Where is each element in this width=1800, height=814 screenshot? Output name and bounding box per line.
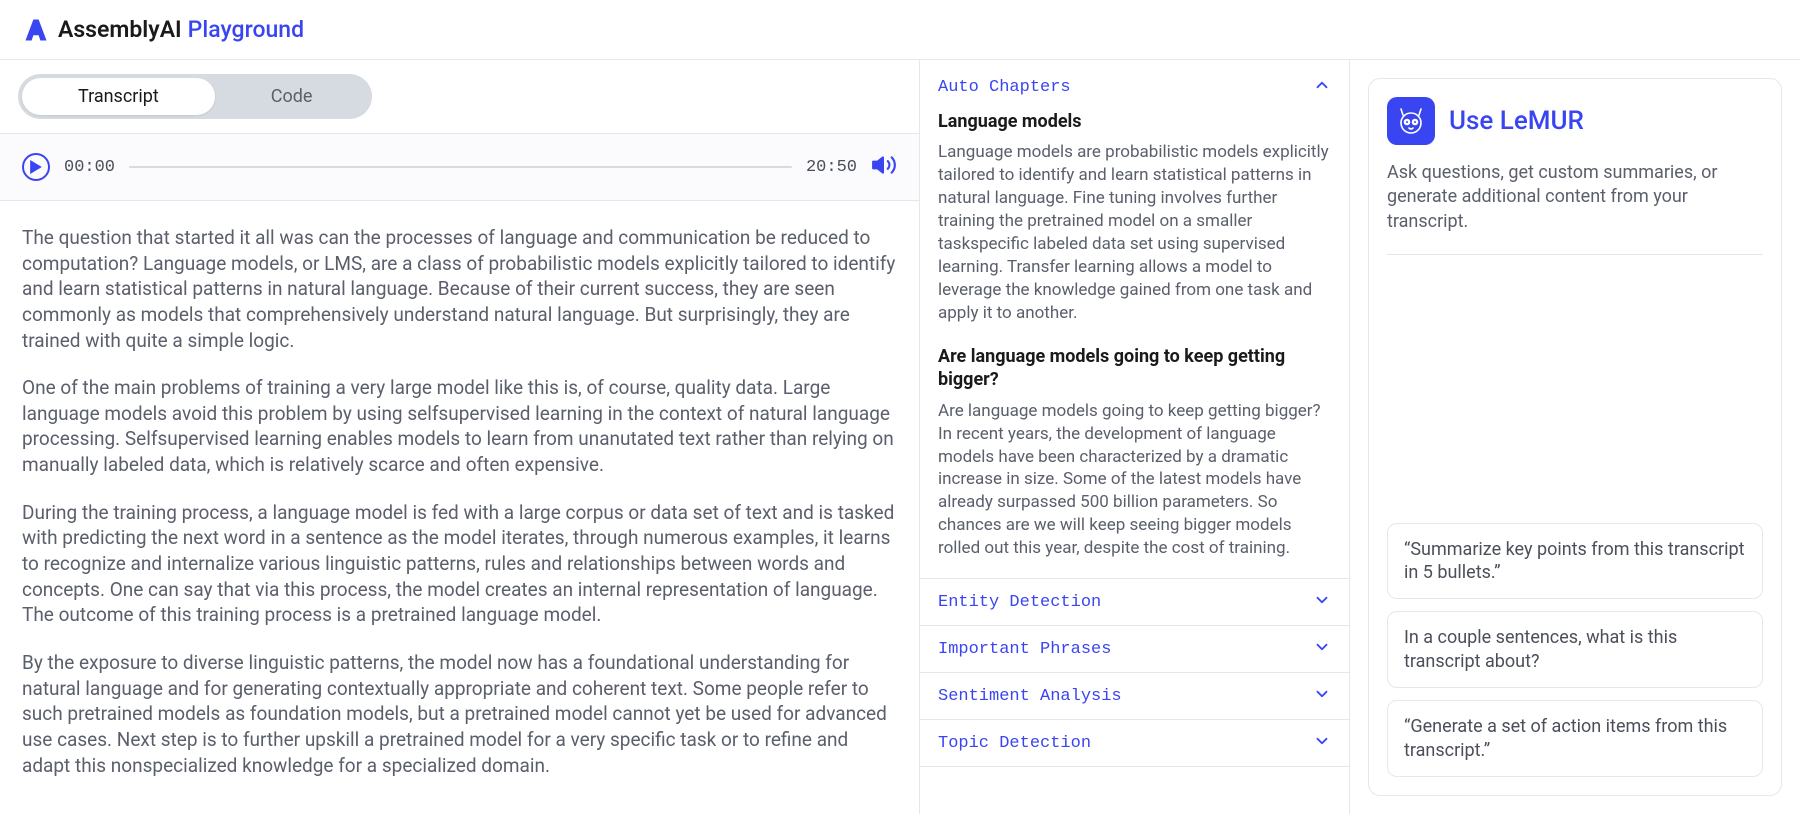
accordion-title: Sentiment Analysis <box>938 687 1122 706</box>
accordion-auto-chapters: Auto Chapters Language models Language m… <box>920 64 1349 579</box>
assemblyai-logo-icon <box>22 16 50 44</box>
lemur-suggestion[interactable]: “Generate a set of action items from thi… <box>1387 700 1763 777</box>
transcript-body[interactable]: The question that started it all was can… <box>0 201 919 814</box>
lemur-card: Use LeMUR Ask questions, get custom summ… <box>1368 78 1782 796</box>
tab-transcript[interactable]: Transcript <box>22 78 215 115</box>
duration: 20:50 <box>806 158 857 177</box>
audio-player: 00:00 20:50 <box>0 134 919 201</box>
accordion-title: Entity Detection <box>938 593 1101 612</box>
brand-subtitle: Playground <box>188 16 304 43</box>
lemur-header: Use LeMUR <box>1387 97 1763 145</box>
accordion-header-auto-chapters[interactable]: Auto Chapters <box>920 64 1349 110</box>
tab-code[interactable]: Code <box>215 78 369 115</box>
accordion-header-topic-detection[interactable]: Topic Detection <box>920 720 1349 766</box>
play-button[interactable] <box>22 153 50 181</box>
speaker-icon <box>871 152 897 178</box>
tabs: Transcript Code <box>18 74 372 119</box>
right-panel: Use LeMUR Ask questions, get custom summ… <box>1350 60 1800 814</box>
chapter-title: Are language models going to keep gettin… <box>938 345 1331 392</box>
lemur-description: Ask questions, get custom summaries, or … <box>1387 161 1763 255</box>
chevron-down-icon <box>1313 638 1331 660</box>
lemur-suggestion[interactable]: “Summarize key points from this transcri… <box>1387 523 1763 600</box>
chevron-down-icon <box>1313 732 1331 754</box>
chapter-title: Language models <box>938 110 1331 133</box>
chapter-text: Are language models going to keep gettin… <box>938 400 1331 561</box>
play-icon <box>30 160 42 174</box>
lemur-suggestions: “Summarize key points from this transcri… <box>1387 523 1763 777</box>
accordion-sentiment-analysis: Sentiment Analysis <box>920 673 1349 720</box>
left-panel: Transcript Code 00:00 20:50 The question… <box>0 60 920 814</box>
accordion-title: Auto Chapters <box>938 78 1071 97</box>
chevron-down-icon <box>1313 591 1331 613</box>
accordion-body: Language models Language models are prob… <box>920 110 1349 578</box>
current-time: 00:00 <box>64 158 115 177</box>
brand-name: AssemblyAI <box>58 16 182 43</box>
tabs-bar: Transcript Code <box>0 60 919 134</box>
accordion-topic-detection: Topic Detection <box>920 720 1349 767</box>
transcript-paragraph: One of the main problems of training a v… <box>22 375 897 478</box>
accordion-title: Topic Detection <box>938 734 1091 753</box>
chevron-up-icon <box>1313 76 1331 98</box>
transcript-paragraph: The question that started it all was can… <box>22 225 897 353</box>
lemur-avatar-icon <box>1387 97 1435 145</box>
progress-bar[interactable] <box>129 166 792 168</box>
chevron-down-icon <box>1313 685 1331 707</box>
accordion-header-important-phrases[interactable]: Important Phrases <box>920 626 1349 672</box>
accordion-title: Important Phrases <box>938 640 1111 659</box>
chapter-text: Language models are probabilistic models… <box>938 141 1331 325</box>
main-layout: Transcript Code 00:00 20:50 The question… <box>0 60 1800 814</box>
accordion-header-sentiment-analysis[interactable]: Sentiment Analysis <box>920 673 1349 719</box>
app-header: AssemblyAI Playground <box>0 0 1800 60</box>
transcript-paragraph: By the exposure to diverse linguistic pa… <box>22 650 897 778</box>
transcript-paragraph: During the training process, a language … <box>22 500 897 628</box>
accordion-important-phrases: Important Phrases <box>920 626 1349 673</box>
middle-panel: Auto Chapters Language models Language m… <box>920 60 1350 814</box>
volume-button[interactable] <box>871 152 897 182</box>
accordion-entity-detection: Entity Detection <box>920 579 1349 626</box>
lemur-title: Use LeMUR <box>1449 106 1584 136</box>
lemur-suggestion[interactable]: In a couple sentences, what is this tran… <box>1387 611 1763 688</box>
accordion-header-entity-detection[interactable]: Entity Detection <box>920 579 1349 625</box>
